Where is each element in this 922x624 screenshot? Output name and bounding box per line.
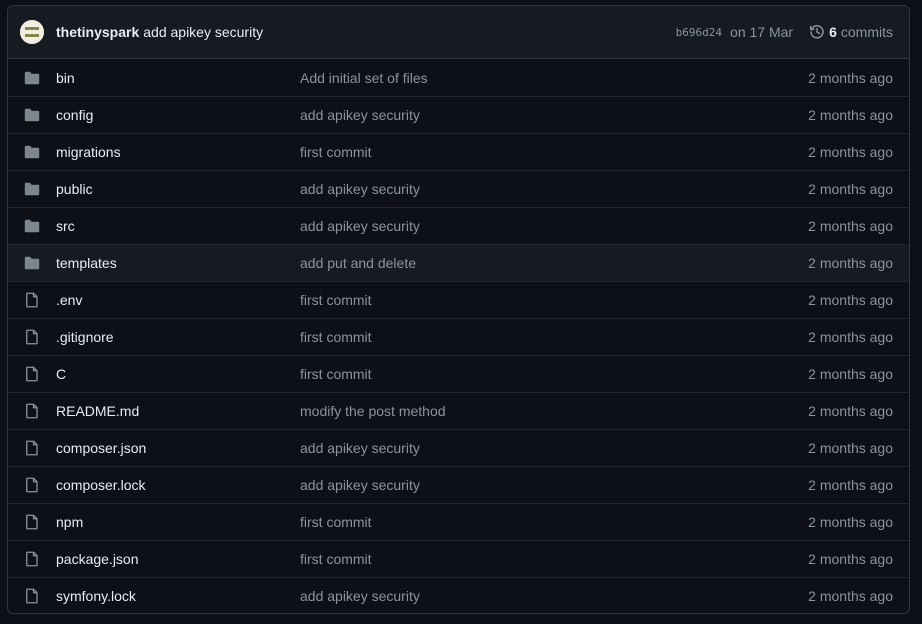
- commit-age: 2 months ago: [808, 144, 893, 160]
- commit-author[interactable]: thetinyspark: [56, 24, 139, 40]
- file-row[interactable]: .gitignore first commit 2 months ago: [8, 318, 909, 355]
- commit-message-link[interactable]: add apikey security: [300, 588, 808, 604]
- file-name-link[interactable]: bin: [56, 70, 300, 86]
- file-name-link[interactable]: C: [56, 366, 300, 382]
- file-name-link[interactable]: composer.json: [56, 440, 300, 456]
- commit-message-link[interactable]: add apikey security: [300, 181, 808, 197]
- commit-date: on 17 Mar: [730, 24, 794, 40]
- commits-label: commits: [840, 24, 893, 40]
- file-icon: [24, 588, 40, 604]
- file-name-link[interactable]: templates: [56, 255, 300, 271]
- file-row[interactable]: public add apikey security 2 months ago: [8, 170, 909, 207]
- folder-icon: [24, 218, 40, 234]
- commit-sha[interactable]: b696d24: [676, 26, 722, 39]
- commit-age: 2 months ago: [808, 477, 893, 493]
- file-icon: [24, 551, 40, 567]
- commit-age: 2 months ago: [808, 329, 893, 345]
- file-row[interactable]: config add apikey security 2 months ago: [8, 96, 909, 133]
- file-icon: [24, 440, 40, 456]
- commit-message-link[interactable]: add apikey security: [300, 477, 808, 493]
- commit-age: 2 months ago: [808, 292, 893, 308]
- file-row[interactable]: .env first commit 2 months ago: [8, 281, 909, 318]
- commit-message-link[interactable]: Add initial set of files: [300, 70, 808, 86]
- file-icon: [24, 403, 40, 419]
- commit-message-link[interactable]: add put and delete: [300, 255, 808, 271]
- file-list: bin Add initial set of files 2 months ago c…: [8, 59, 909, 613]
- file-icon: [24, 292, 40, 308]
- file-row[interactable]: npm first commit 2 months ago: [8, 503, 909, 540]
- commit-age: 2 months ago: [808, 440, 893, 456]
- commit-message-link[interactable]: first commit: [300, 144, 808, 160]
- commit-message-link[interactable]: first commit: [300, 551, 808, 567]
- file-name-link[interactable]: config: [56, 107, 300, 123]
- file-name-link[interactable]: .gitignore: [56, 329, 300, 345]
- file-name-link[interactable]: composer.lock: [56, 477, 300, 493]
- folder-icon: [24, 144, 40, 160]
- commit-message-link[interactable]: add apikey security: [300, 107, 808, 123]
- file-row[interactable]: Cfirst commit 2 months ago: [8, 355, 909, 392]
- folder-icon: [24, 70, 40, 86]
- file-icon: [24, 514, 40, 530]
- file-row[interactable]: README.md modify the post method 2 months …: [8, 392, 909, 429]
- commit-message-link[interactable]: first commit: [300, 329, 808, 345]
- file-icon: [24, 366, 40, 382]
- file-name-link[interactable]: symfony.lock: [56, 588, 300, 604]
- avatar-image: [20, 20, 44, 44]
- commit-message-link[interactable]: first commit: [300, 514, 808, 530]
- commit-message-link[interactable]: modify the post method: [300, 403, 808, 419]
- avatar[interactable]: [20, 20, 44, 44]
- file-name-link[interactable]: package.json: [56, 551, 300, 567]
- file-row[interactable]: package.json first commit 2 months ago: [8, 540, 909, 577]
- folder-icon: [24, 107, 40, 123]
- file-row[interactable]: src add apikey security 2 months ago: [8, 207, 909, 244]
- history-icon: [809, 25, 824, 39]
- commit-age: 2 months ago: [808, 181, 893, 197]
- file-name-link[interactable]: migrations: [56, 144, 300, 160]
- file-row[interactable]: bin Add initial set of files 2 months ago: [8, 59, 909, 96]
- commit-message-link[interactable]: first commit: [300, 292, 808, 308]
- file-name-link[interactable]: src: [56, 218, 300, 234]
- file-row[interactable]: symfony.lock add apikey security 2 months …: [8, 577, 909, 613]
- commit-age: 2 months ago: [808, 107, 893, 123]
- commit-age: 2 months ago: [808, 588, 893, 604]
- commits-count: 6: [829, 24, 837, 40]
- commit-message-link[interactable]: add apikey security: [300, 440, 808, 456]
- file-row[interactable]: composer.lock add apikey security 2 months…: [8, 466, 909, 503]
- file-name-link[interactable]: public: [56, 181, 300, 197]
- file-name-link[interactable]: .env: [56, 292, 300, 308]
- commit-age: 2 months ago: [808, 403, 893, 419]
- commit-message-link[interactable]: first commit: [300, 366, 808, 382]
- commit-age: 2 months ago: [808, 514, 893, 530]
- file-row[interactable]: templates add put and delete 2 months ago: [8, 244, 909, 281]
- file-name-link[interactable]: README.md: [56, 403, 300, 419]
- file-browser: thetinyspark add apikey security b696d24…: [7, 5, 910, 614]
- file-icon: [24, 329, 40, 345]
- file-row[interactable]: composer.json add apikey security 2 months…: [8, 429, 909, 466]
- commit-age: 2 months ago: [808, 69, 893, 86]
- commits-link[interactable]: 6 commits: [809, 24, 893, 40]
- file-icon: [24, 477, 40, 493]
- latest-commit-header: thetinyspark add apikey security b696d24…: [8, 6, 909, 59]
- folder-icon: [24, 255, 40, 271]
- commit-age: 2 months ago: [808, 255, 893, 271]
- file-name-link[interactable]: npm: [56, 514, 300, 530]
- commit-message-link[interactable]: add apikey security: [300, 218, 808, 234]
- file-row[interactable]: migrations first commit 2 months ago: [8, 133, 909, 170]
- commit-age: 2 months ago: [808, 366, 893, 382]
- folder-icon: [24, 181, 40, 197]
- commit-age: 2 months ago: [808, 551, 893, 567]
- commit-age: 2 months ago: [808, 218, 893, 234]
- commit-message[interactable]: add apikey security: [143, 24, 263, 40]
